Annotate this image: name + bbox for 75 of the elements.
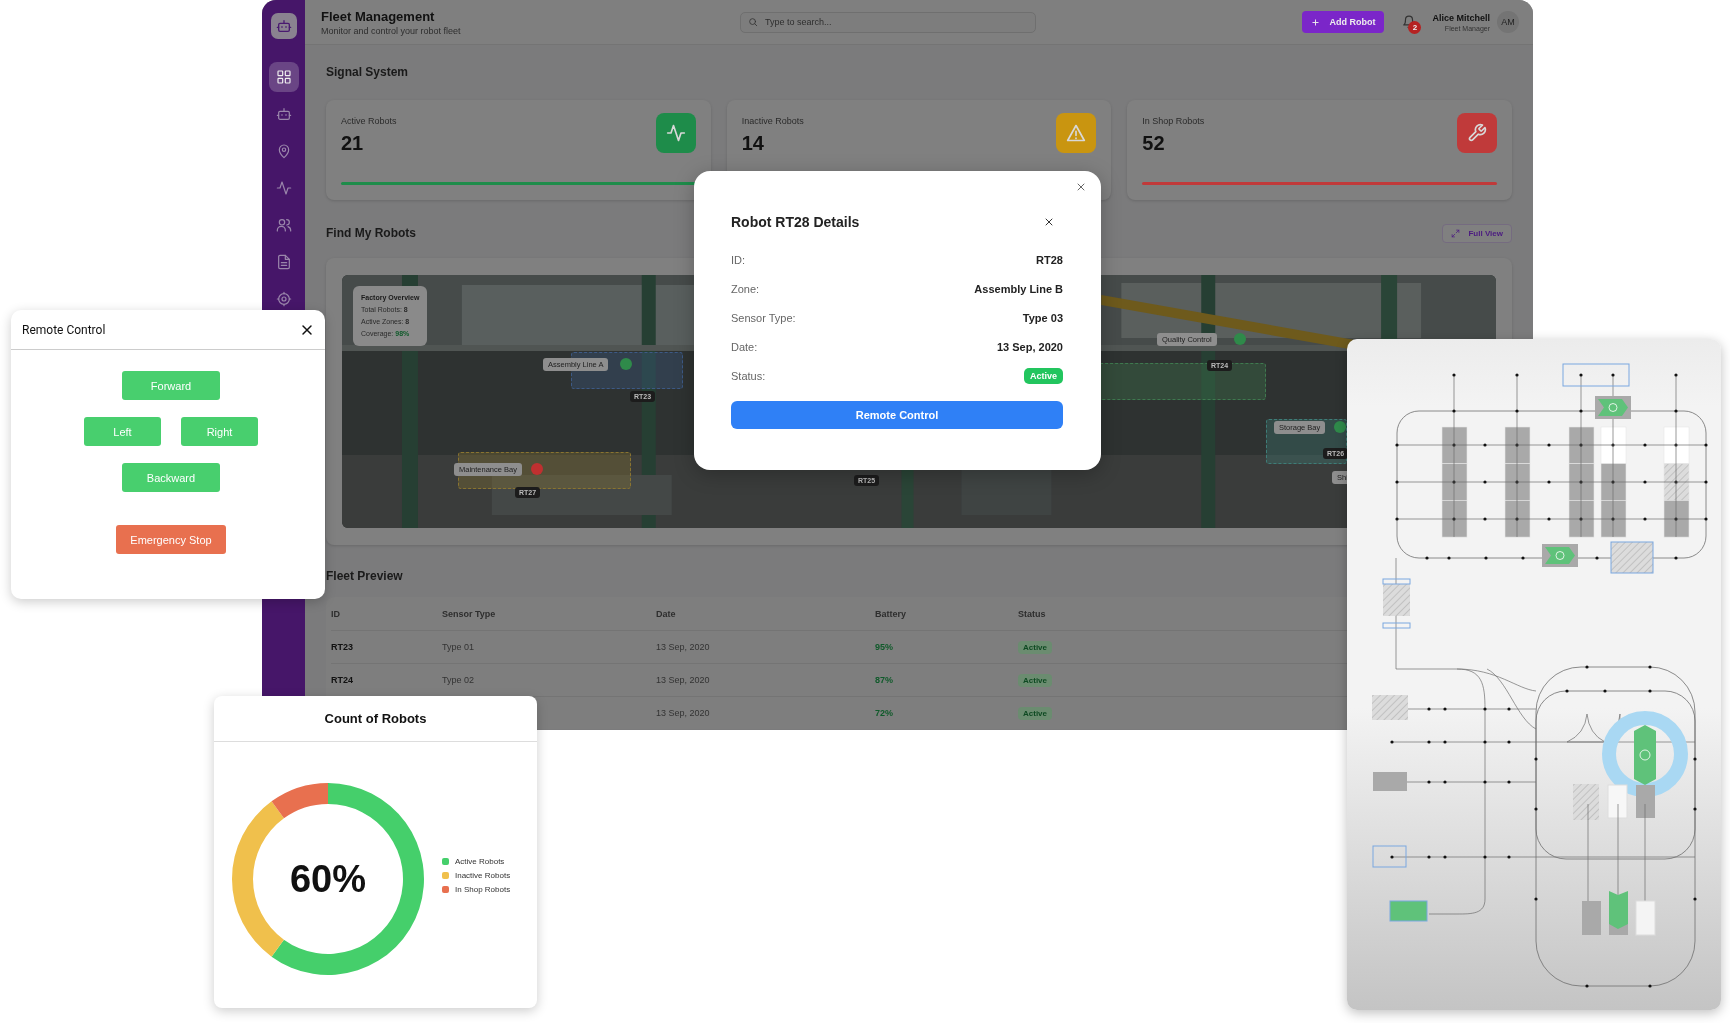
- close-button[interactable]: [1043, 216, 1055, 228]
- stat-label: Active Robots: [341, 116, 397, 126]
- activity-icon: [665, 123, 686, 143]
- stat-value: 52: [1142, 132, 1166, 155]
- stat-label: Inactive Robots: [741, 116, 804, 126]
- column-header: Date: [656, 608, 676, 619]
- detail-label: Date:: [731, 340, 758, 353]
- dashboard-icon: [275, 69, 292, 85]
- settings-icon: [275, 291, 292, 307]
- table-cell: 72%: [875, 708, 893, 718]
- add-robot-button[interactable]: Add Robot: [1301, 11, 1385, 33]
- sidebar-item[interactable]: [268, 62, 299, 92]
- column-header: Battery: [875, 608, 906, 619]
- stat-label: In Shop Robots: [1142, 116, 1205, 126]
- table-cell: Type 01: [442, 642, 475, 652]
- section-title: Signal System: [326, 65, 410, 79]
- warning-icon: [1066, 123, 1087, 143]
- detail-value: RT28: [1036, 253, 1063, 266]
- table-cell: 13 Sep, 2020: [656, 708, 710, 718]
- status-badge: Active: [1018, 706, 1052, 720]
- page-subtitle: Monitor and control your robot fleet: [321, 25, 462, 36]
- detail-value: 13 Sep, 2020: [996, 340, 1063, 353]
- table-cell: RT23: [331, 642, 353, 652]
- direction-button[interactable]: Left: [84, 417, 161, 446]
- legend-label: Active Robots: [455, 856, 505, 866]
- robot-icon: [275, 18, 292, 34]
- wrench-icon: [1467, 123, 1487, 143]
- panel-title: Remote Control: [22, 322, 106, 337]
- detail-label: ID:: [731, 253, 746, 266]
- detail-label: Zone:: [731, 282, 760, 295]
- direction-button[interactable]: Backward: [122, 463, 220, 492]
- avatar[interactable]: AM: [1497, 11, 1519, 33]
- search-icon: [748, 17, 758, 27]
- plus-icon: [1310, 17, 1320, 27]
- close-icon: [1075, 181, 1087, 193]
- detail-value: Assembly Line B: [974, 282, 1063, 295]
- table-cell: 13 Sep, 2020: [656, 675, 710, 685]
- robot-icon: [275, 106, 292, 122]
- notification-badge: 2: [1408, 21, 1422, 34]
- center-value: 60%: [288, 858, 368, 900]
- activity-icon: [275, 180, 292, 196]
- direction-button[interactable]: Forward: [122, 371, 220, 400]
- search-field[interactable]: Type to search...: [740, 11, 1036, 33]
- document-icon: [275, 254, 292, 270]
- legend-label: In Shop Robots: [455, 884, 511, 894]
- full-view-button[interactable]: Full View: [1442, 223, 1512, 243]
- status-badge: Active: [1018, 673, 1052, 687]
- detail-label: Sensor Type:: [731, 311, 796, 324]
- stat-value: 21: [341, 132, 365, 155]
- column-header: Status: [1018, 608, 1046, 619]
- table-cell: RT24: [331, 675, 353, 685]
- detail-label: Status:: [731, 369, 766, 382]
- detail-value: Type 03: [1022, 311, 1063, 324]
- section-title: Find My Robots: [326, 226, 416, 240]
- expand-icon: [1451, 228, 1461, 238]
- table-cell: 95%: [875, 642, 893, 652]
- status-badge: Active: [1018, 640, 1052, 654]
- page-title: Fleet Management: [321, 8, 436, 24]
- remote-control-button[interactable]: Remote Control: [731, 401, 1063, 429]
- direction-button[interactable]: Right: [181, 417, 258, 446]
- column-header: Sensor Type: [442, 608, 496, 619]
- stat-value: 14: [741, 132, 765, 155]
- dialog-title: Robot RT28 Details: [731, 214, 860, 230]
- chart-title: Count of Robots: [324, 711, 427, 726]
- table-cell: 13 Sep, 2020: [656, 642, 710, 652]
- column-header: ID: [331, 608, 340, 619]
- status-badge: Active: [1024, 367, 1063, 384]
- user-name: Alice Mitchell: [1432, 12, 1490, 23]
- section-title: Fleet Preview: [326, 569, 404, 583]
- table-cell: Type 02: [442, 675, 475, 685]
- legend-label: Inactive Robots: [455, 870, 511, 880]
- emergency-stop-button[interactable]: Emergency Stop: [116, 525, 226, 554]
- close-icon: [1043, 216, 1055, 228]
- table-cell: 87%: [875, 675, 893, 685]
- users-icon: [275, 217, 292, 233]
